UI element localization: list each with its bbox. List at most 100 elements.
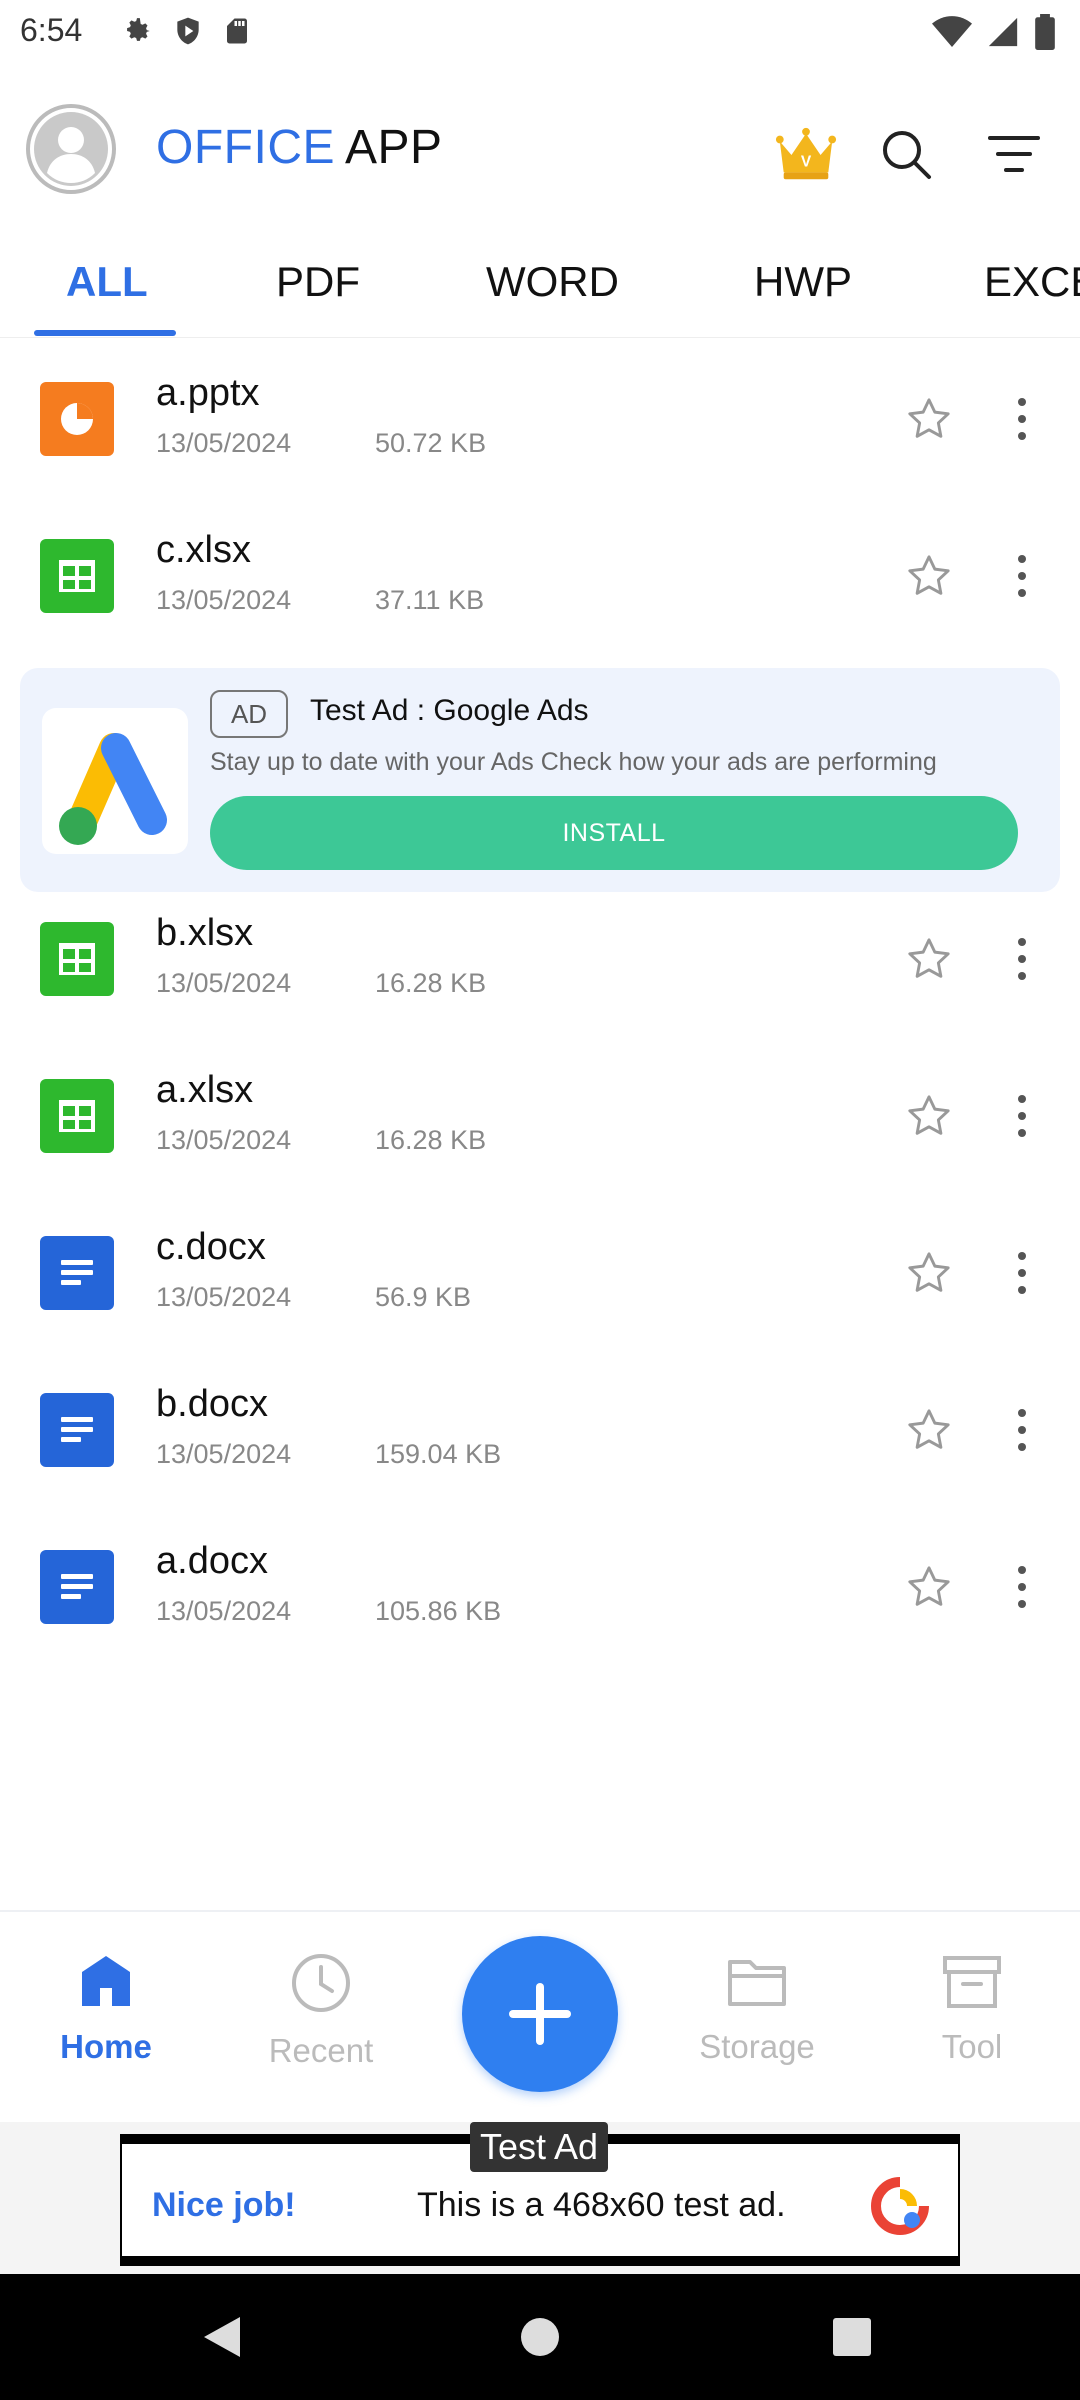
file-name: a.pptx: [156, 372, 260, 414]
more-options-icon[interactable]: [1000, 545, 1044, 607]
star-icon[interactable]: [898, 388, 960, 450]
star-icon[interactable]: [898, 1242, 960, 1304]
more-options-icon[interactable]: [1000, 1085, 1044, 1147]
status-bar: 6:54: [0, 0, 1080, 64]
app-title: OFFICE APP: [156, 120, 443, 175]
xlsx-file-icon: [40, 539, 114, 613]
banner-ad-area: Nice job! This is a 468x60 test ad. Test…: [0, 2122, 1080, 2274]
file-size: 37.11 KB: [375, 585, 485, 615]
ad-badge: AD: [210, 690, 288, 738]
star-icon[interactable]: [898, 1556, 960, 1618]
star-icon[interactable]: [898, 928, 960, 990]
docx-file-icon: [40, 1550, 114, 1624]
user-avatar-icon: [34, 112, 108, 186]
xlsx-file-icon: [40, 1079, 114, 1153]
svg-text:V: V: [801, 154, 812, 171]
crown-icon[interactable]: V: [774, 122, 838, 186]
status-time: 6:54: [20, 12, 83, 48]
back-icon[interactable]: [200, 2314, 244, 2360]
app-title-app: APP: [345, 121, 443, 174]
file-name: c.xlsx: [156, 529, 251, 571]
file-date: 13/05/2024: [156, 968, 292, 998]
nav-storage[interactable]: Storage: [667, 1952, 847, 2066]
recents-square-icon[interactable]: [830, 2314, 874, 2360]
app-header: OFFICE APP V: [0, 64, 1080, 234]
tab-hwp[interactable]: HWP: [754, 258, 852, 306]
google-ads-logo: [42, 708, 188, 854]
file-name: a.docx: [156, 1540, 268, 1582]
file-size: 159.04 KB: [375, 1439, 502, 1469]
file-size: 50.72 KB: [375, 428, 487, 458]
more-options-icon[interactable]: [1000, 1399, 1044, 1461]
ad-logo-icon: [871, 2177, 929, 2235]
banner-headline: Nice job!: [152, 2186, 296, 2224]
file-date: 13/05/2024: [156, 1282, 292, 1312]
star-icon[interactable]: [898, 1399, 960, 1461]
tab-excel[interactable]: EXCEL: [984, 258, 1080, 306]
file-date: 13/05/2024: [156, 428, 292, 458]
docx-file-icon: [40, 1236, 114, 1310]
file-name: b.docx: [156, 1383, 268, 1425]
native-ad[interactable]: AD Test Ad : Google Ads Stay up to date …: [20, 668, 1060, 892]
file-date: 13/05/2024: [156, 1125, 292, 1155]
star-icon[interactable]: [898, 1085, 960, 1147]
file-size: 105.86 KB: [375, 1596, 502, 1626]
file-row[interactable]: b.xlsx 13/05/2024 16.28 KB: [0, 892, 1080, 1042]
tab-word[interactable]: WORD: [486, 258, 619, 306]
filter-icon[interactable]: [982, 122, 1046, 186]
file-name: a.xlsx: [156, 1069, 254, 1111]
plus-icon: [509, 1983, 571, 2045]
tab-pdf[interactable]: PDF: [276, 258, 360, 306]
nav-recent-label: Recent: [268, 2032, 374, 2069]
install-button[interactable]: INSTALL: [210, 796, 1018, 870]
file-row[interactable]: a.docx 13/05/2024 105.86 KB: [0, 1520, 1080, 1670]
archive-icon: [943, 1956, 1001, 2008]
home-icon: [82, 1956, 130, 2006]
file-row[interactable]: c.docx 13/05/2024 56.9 KB: [0, 1206, 1080, 1356]
file-size: 16.28 KB: [375, 1125, 487, 1155]
ad-description: Stay up to date with your Ads Check how …: [210, 748, 937, 776]
search-icon[interactable]: [874, 122, 938, 186]
app-title-office: OFFICE: [156, 121, 335, 174]
nav-home[interactable]: Home: [16, 1952, 196, 2066]
more-options-icon[interactable]: [1000, 1556, 1044, 1618]
sd-card-status-icon: [222, 14, 252, 53]
home-circle-icon[interactable]: [518, 2314, 562, 2360]
signal-icon: [986, 15, 1020, 54]
more-options-icon[interactable]: [1000, 388, 1044, 450]
xlsx-file-icon: [40, 922, 114, 996]
avatar[interactable]: [26, 104, 116, 194]
nav-storage-label: Storage: [699, 2028, 815, 2065]
ad-title: Test Ad : Google Ads: [310, 694, 589, 727]
bottom-navigation: Home Recent Storage Tool: [0, 1910, 1080, 2122]
file-row[interactable]: a.pptx 13/05/2024 50.72 KB: [0, 352, 1080, 502]
file-date: 13/05/2024: [156, 1439, 292, 1469]
folder-icon: [728, 1960, 786, 2006]
nav-tool[interactable]: Tool: [882, 1952, 1062, 2066]
star-icon[interactable]: [898, 545, 960, 607]
more-options-icon[interactable]: [1000, 928, 1044, 990]
shield-status-icon: [172, 14, 204, 53]
docx-file-icon: [40, 1393, 114, 1467]
file-row[interactable]: a.xlsx 13/05/2024 16.28 KB: [0, 1049, 1080, 1199]
more-options-icon[interactable]: [1000, 1242, 1044, 1304]
banner-text: This is a 468x60 test ad.: [417, 2186, 786, 2224]
file-name: b.xlsx: [156, 912, 254, 954]
file-date: 13/05/2024: [156, 1596, 292, 1626]
wifi-icon: [932, 15, 972, 54]
file-row[interactable]: c.xlsx 13/05/2024 37.11 KB: [0, 509, 1080, 659]
file-size: 56.9 KB: [375, 1282, 472, 1312]
nav-home-label: Home: [60, 2028, 152, 2065]
tab-all[interactable]: ALL: [66, 258, 148, 306]
file-row[interactable]: b.docx 13/05/2024 159.04 KB: [0, 1363, 1080, 1513]
nav-recent[interactable]: Recent: [231, 1952, 411, 2070]
active-tab-indicator: [34, 330, 176, 336]
file-size: 16.28 KB: [375, 968, 487, 998]
pptx-file-icon: [40, 382, 114, 456]
settings-status-icon: [120, 14, 154, 53]
battery-icon: [1034, 14, 1056, 55]
nav-tool-label: Tool: [941, 2028, 1003, 2065]
file-name: c.docx: [156, 1226, 266, 1268]
file-type-tabs: ALL PDF WORD HWP EXCEL: [0, 234, 1080, 338]
add-file-button[interactable]: [462, 1936, 618, 2092]
